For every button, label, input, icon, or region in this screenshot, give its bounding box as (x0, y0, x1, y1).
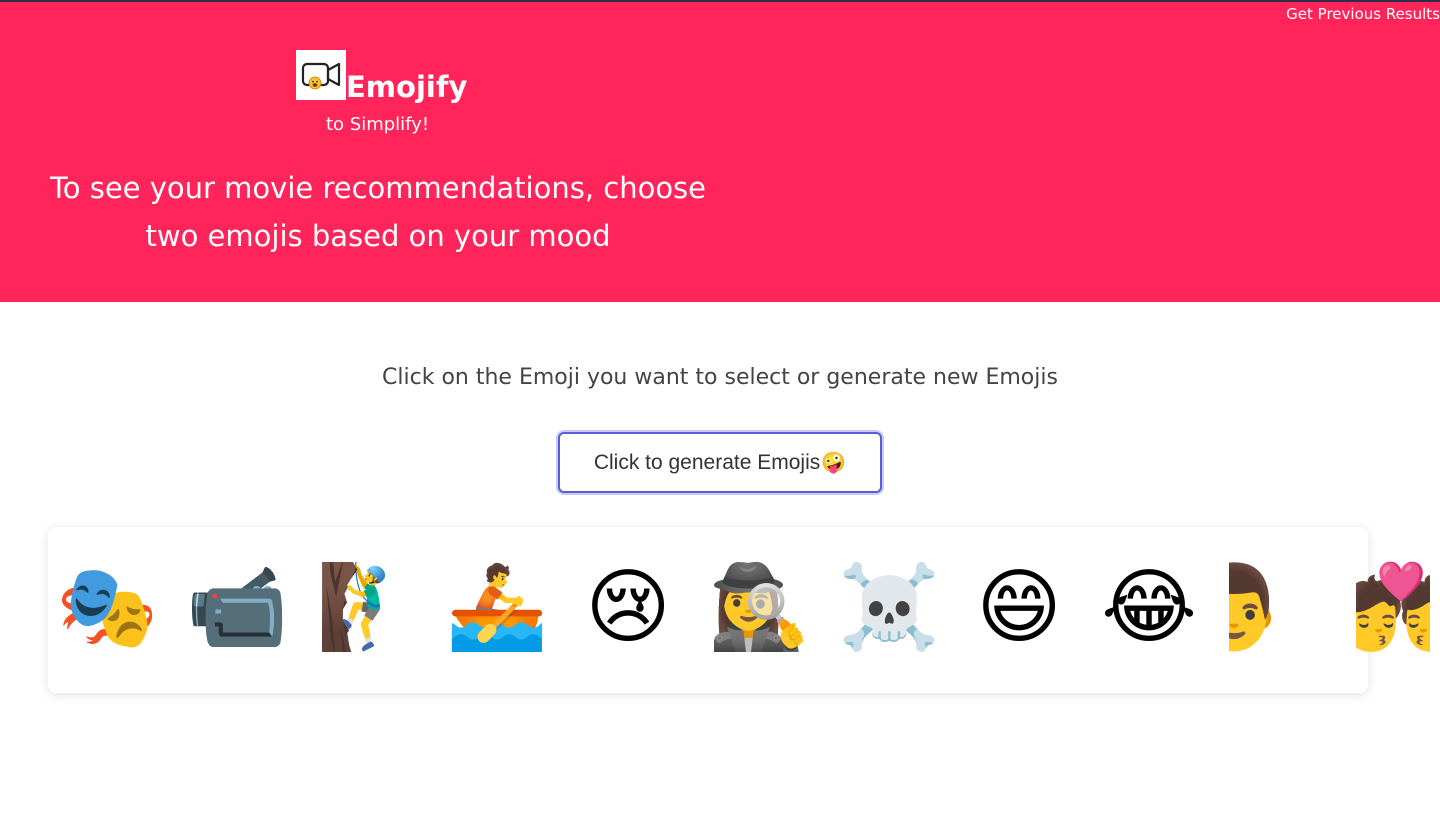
emoji-option-person-rowing-boat[interactable]: 🚣 (446, 558, 548, 658)
generate-emojis-button[interactable]: Click to generate Emojis 🤪 (558, 432, 882, 493)
emoji-option-kiss-couple-partial[interactable]: 💏 (1350, 558, 1430, 658)
generate-button-label: Click to generate Emojis (593, 450, 821, 474)
emoji-option-tears-of-joy[interactable]: 😂 (1099, 558, 1199, 658)
emoji-option-video-camera[interactable]: 📹 (186, 558, 288, 658)
video-camera-face-icon (301, 62, 341, 90)
emoji-option-man-partial[interactable]: 👨 (1229, 558, 1275, 658)
emoji-option-crying-face[interactable]: 😢 (578, 558, 678, 658)
zany-face-icon: 🤪 (821, 452, 847, 474)
instruction-text: Click on the Emoji you want to select or… (382, 365, 1058, 390)
kiss-couple-icon: 💏 (1350, 560, 1430, 655)
tagline: to Simplify! (326, 114, 430, 135)
emoji-option-skull-and-crossbones[interactable]: ☠️ (838, 558, 940, 658)
emoji-option-man-climbing[interactable]: 🧗‍♂️ (316, 558, 418, 658)
hero-header: Get Previous Results Emojify to Simplify… (0, 2, 1440, 302)
page-headline: To see your movie recommendations, choos… (49, 171, 707, 253)
emoji-option-woman-detective[interactable]: 🕵️‍♀️ (708, 558, 810, 658)
logo-icon (296, 50, 346, 100)
get-previous-results-link[interactable]: Get Previous Results (1286, 5, 1440, 23)
emoji-option-performing-arts[interactable]: 🎭 (56, 558, 158, 658)
man-face-icon: 👨 (1229, 558, 1275, 658)
brand-name: Emojify (346, 70, 468, 104)
emoji-option-grinning-face[interactable]: 😄 (969, 558, 1069, 658)
